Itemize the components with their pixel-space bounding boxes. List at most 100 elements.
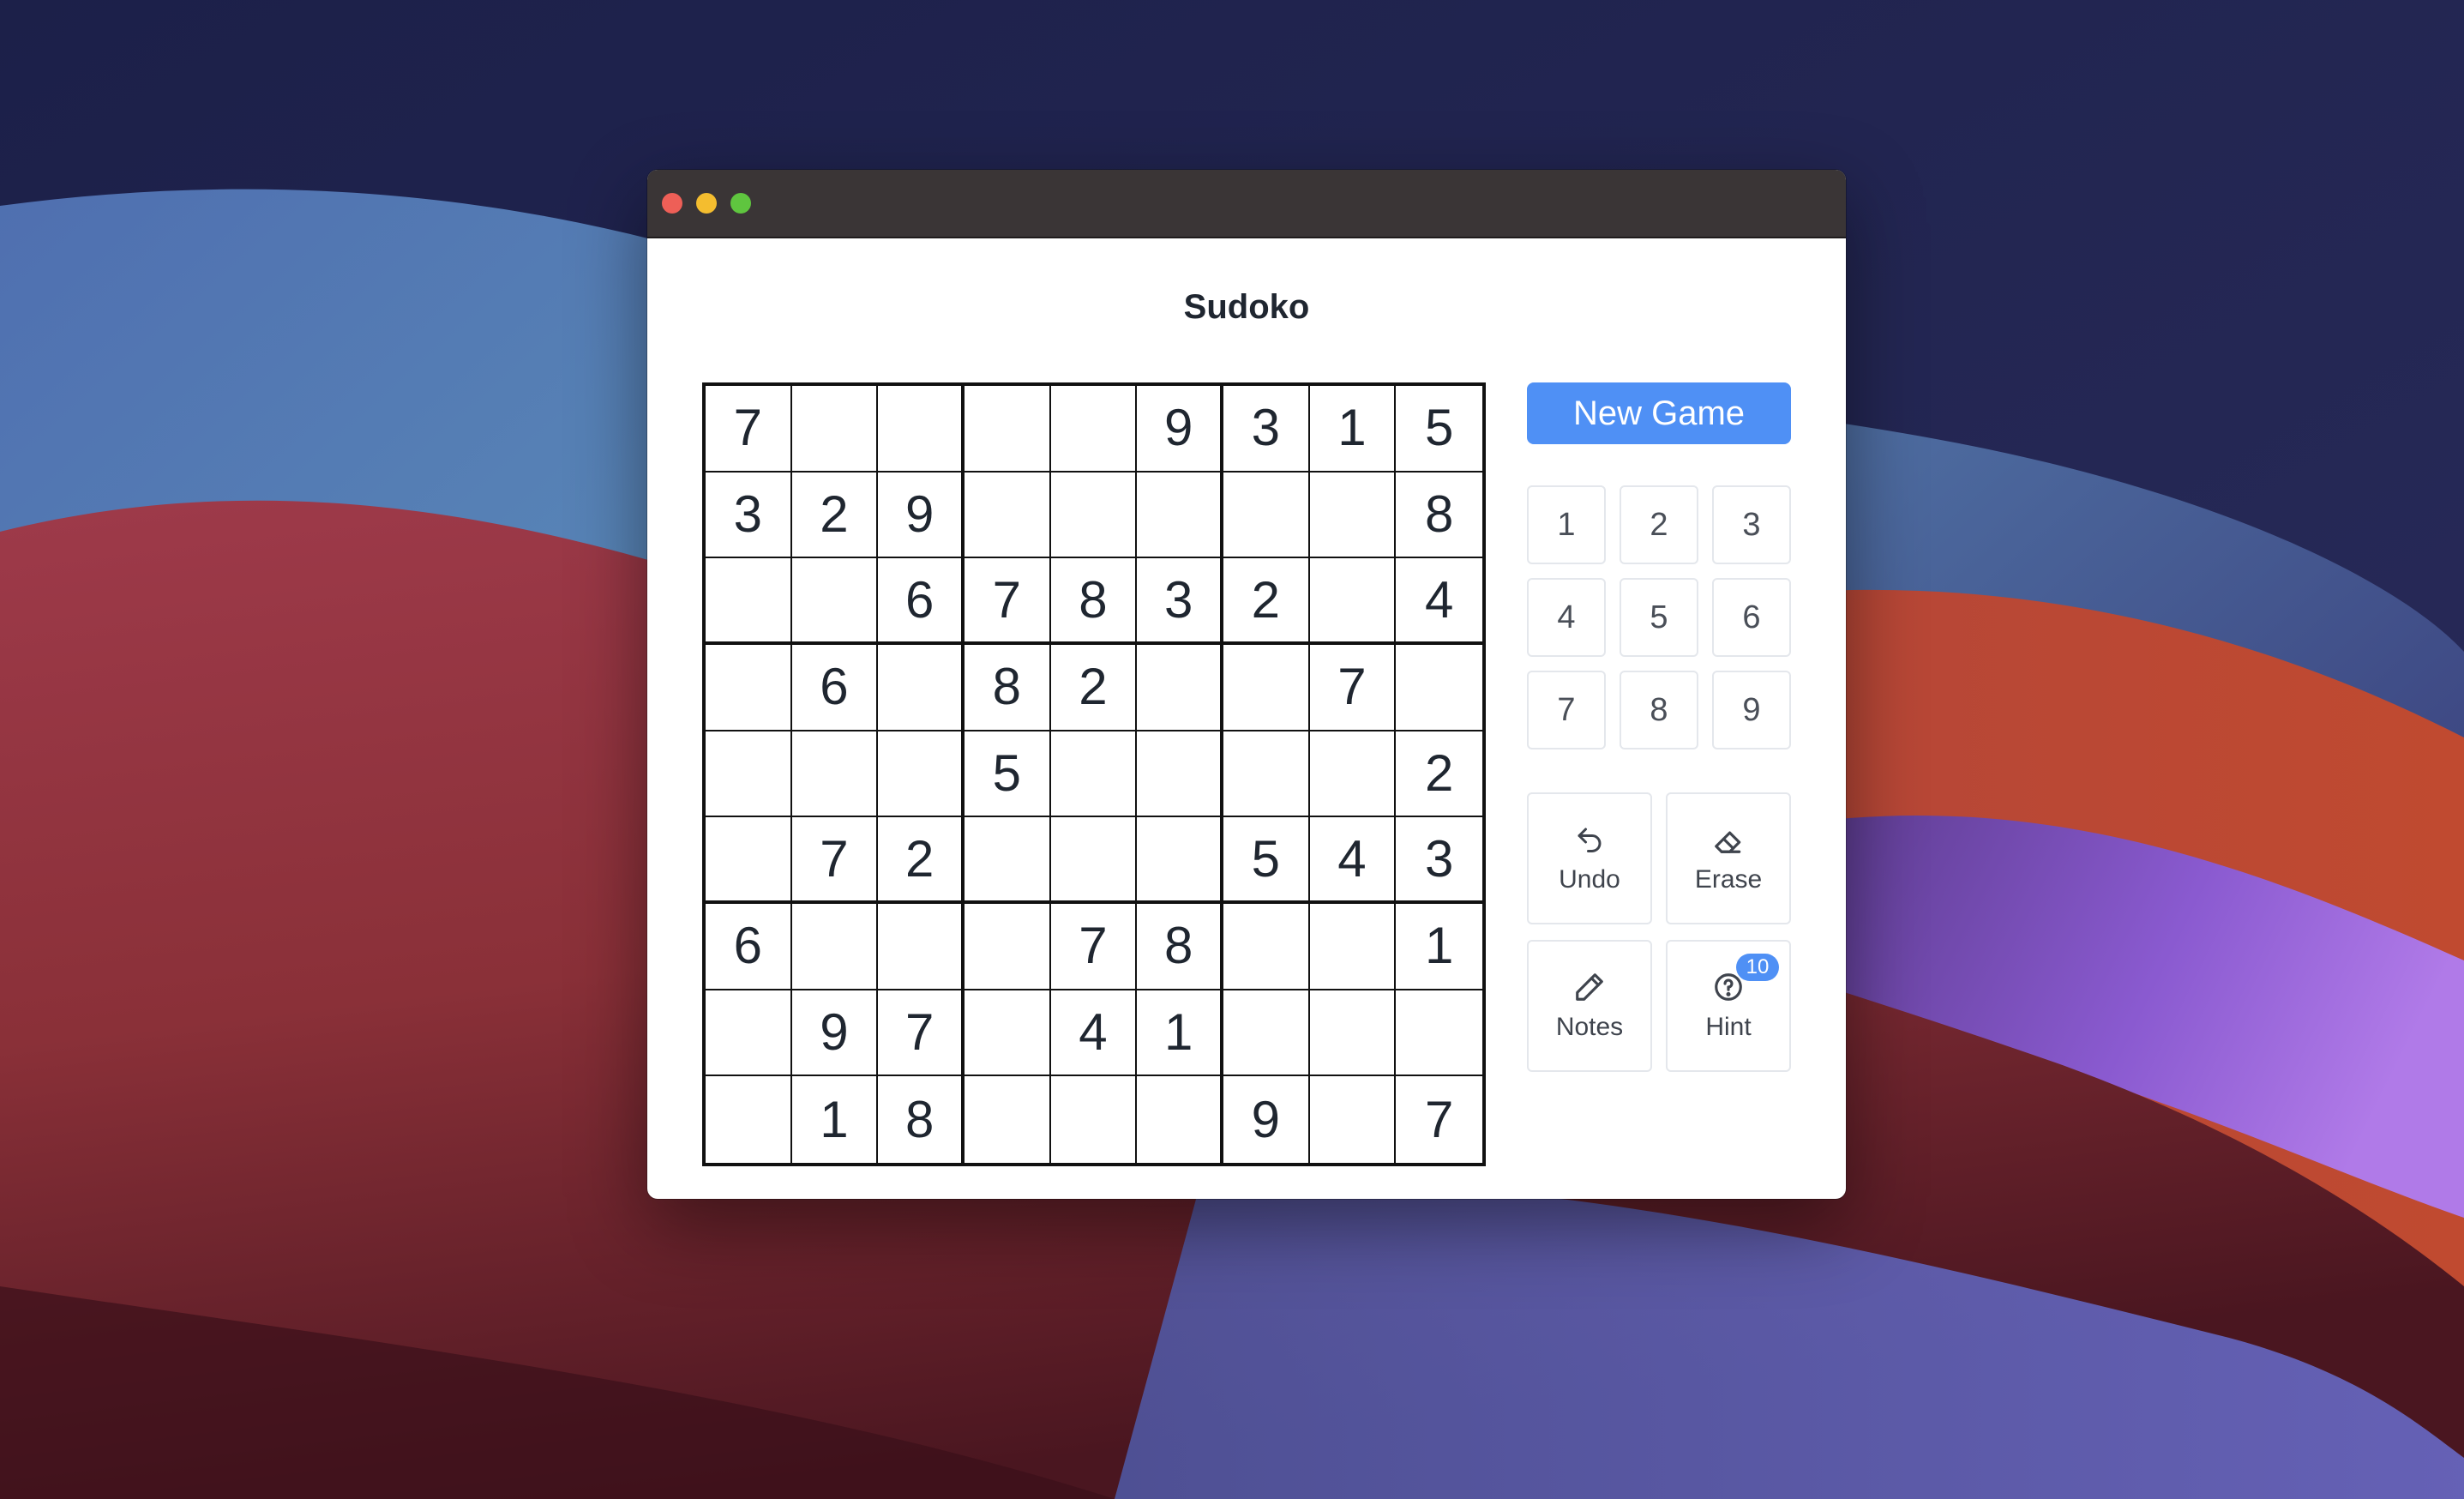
- action-buttons: Undo Erase Notes 10 Hint: [1527, 792, 1791, 1072]
- board-cell-r4-c7[interactable]: [1223, 644, 1310, 731]
- board-cell-r8-c1[interactable]: [706, 990, 792, 1077]
- board-cell-r9-c5[interactable]: [1051, 1076, 1138, 1163]
- board-cell-r1-c5[interactable]: [1050, 386, 1138, 473]
- board-cell-r2-c5[interactable]: [1050, 472, 1138, 559]
- board-cell-r4-c6[interactable]: [1137, 644, 1223, 731]
- board-cell-r3-c7[interactable]: 2: [1223, 558, 1310, 645]
- board-cell-r8-c3[interactable]: 7: [878, 990, 965, 1077]
- board-cell-r8-c4[interactable]: [964, 990, 1051, 1077]
- board-cell-r9-c4[interactable]: [965, 1076, 1051, 1163]
- board-cell-r6-c3[interactable]: 2: [878, 817, 965, 904]
- board-cell-r3-c1[interactable]: [706, 558, 792, 645]
- board-cell-r9-c3[interactable]: 8: [878, 1076, 965, 1163]
- board-cell-r9-c2[interactable]: 1: [792, 1076, 879, 1163]
- board-cell-r3-c5[interactable]: 8: [1050, 558, 1138, 645]
- board-cell-r4-c5[interactable]: 2: [1050, 644, 1138, 731]
- board-cell-r1-c2[interactable]: [791, 386, 879, 473]
- numpad-button-8[interactable]: 8: [1620, 671, 1698, 750]
- board-cell-r6-c6[interactable]: [1137, 817, 1223, 904]
- numpad-button-6[interactable]: 6: [1712, 578, 1791, 657]
- hint-button[interactable]: 10 Hint: [1666, 940, 1791, 1072]
- board-cell-r1-c3[interactable]: [878, 386, 965, 473]
- board-cell-r2-c7[interactable]: [1223, 472, 1310, 559]
- board-cell-r1-c6[interactable]: 9: [1137, 386, 1223, 473]
- board-cell-r1-c9[interactable]: 5: [1396, 386, 1482, 473]
- board-cell-r2-c1[interactable]: 3: [706, 472, 792, 559]
- numpad-button-2[interactable]: 2: [1620, 485, 1698, 564]
- board-cell-r2-c9[interactable]: 8: [1396, 473, 1482, 559]
- numpad-button-1[interactable]: 1: [1527, 485, 1606, 564]
- numpad-button-5[interactable]: 5: [1620, 578, 1698, 657]
- numpad-button-9[interactable]: 9: [1712, 671, 1791, 750]
- board-cell-r2-c3[interactable]: 9: [878, 472, 965, 559]
- board-cell-r5-c1[interactable]: [706, 731, 792, 818]
- board-cell-r1-c1[interactable]: 7: [706, 386, 792, 473]
- board-cell-r8-c9[interactable]: [1396, 990, 1482, 1077]
- board-cell-r7-c1[interactable]: 6: [706, 903, 792, 990]
- erase-button[interactable]: Erase: [1666, 792, 1791, 924]
- board-cell-r7-c8[interactable]: [1309, 903, 1397, 990]
- board-cell-r6-c5[interactable]: [1050, 817, 1138, 904]
- board-cell-r2-c6[interactable]: [1137, 472, 1223, 559]
- maximize-window-button[interactable]: [730, 193, 751, 214]
- board-cell-r5-c3[interactable]: [878, 731, 965, 818]
- board-cell-r9-c9[interactable]: 7: [1396, 1076, 1482, 1163]
- board-cell-r5-c6[interactable]: [1137, 731, 1223, 818]
- hint-count-badge: 10: [1736, 954, 1779, 981]
- board-cell-r4-c8[interactable]: 7: [1309, 644, 1397, 731]
- board-cell-r8-c8[interactable]: [1309, 990, 1397, 1077]
- board-cell-r2-c4[interactable]: [964, 472, 1051, 559]
- board-cell-r4-c1[interactable]: [706, 644, 792, 731]
- board-cell-r4-c3[interactable]: [878, 644, 965, 731]
- board-cell-r1-c8[interactable]: 1: [1309, 386, 1397, 473]
- board-cell-r3-c3[interactable]: 6: [878, 558, 965, 645]
- board-cell-r7-c2[interactable]: [791, 903, 879, 990]
- board-cell-r2-c8[interactable]: [1309, 472, 1397, 559]
- board-cell-r8-c5[interactable]: 4: [1050, 990, 1138, 1077]
- board-cell-r4-c2[interactable]: 6: [791, 644, 879, 731]
- board-cell-r9-c8[interactable]: [1310, 1076, 1397, 1163]
- notes-button[interactable]: Notes: [1527, 940, 1652, 1072]
- board-cell-r8-c2[interactable]: 9: [791, 990, 879, 1077]
- undo-button[interactable]: Undo: [1527, 792, 1652, 924]
- numpad-button-3[interactable]: 3: [1712, 485, 1791, 564]
- board-cell-r5-c8[interactable]: [1309, 731, 1397, 818]
- board-cell-r1-c4[interactable]: [964, 386, 1051, 473]
- board-cell-r3-c9[interactable]: 4: [1396, 558, 1482, 645]
- board-cell-r7-c4[interactable]: [964, 903, 1051, 990]
- board-cell-r7-c6[interactable]: 8: [1137, 903, 1223, 990]
- board-cell-r3-c8[interactable]: [1309, 558, 1397, 645]
- board-cell-r5-c7[interactable]: [1223, 731, 1310, 818]
- close-window-button[interactable]: [662, 193, 682, 214]
- board-cell-r9-c1[interactable]: [706, 1076, 792, 1163]
- board-cell-r6-c8[interactable]: 4: [1309, 817, 1397, 904]
- board-cell-r5-c9[interactable]: 2: [1396, 731, 1482, 818]
- board-cell-r9-c7[interactable]: 9: [1223, 1076, 1310, 1163]
- board-cell-r6-c4[interactable]: [964, 817, 1051, 904]
- board-cell-r6-c1[interactable]: [706, 817, 792, 904]
- board-cell-r3-c2[interactable]: [791, 558, 879, 645]
- board-cell-r6-c2[interactable]: 7: [791, 817, 879, 904]
- board-cell-r5-c5[interactable]: [1050, 731, 1138, 818]
- numpad-button-7[interactable]: 7: [1527, 671, 1606, 750]
- board-cell-r5-c2[interactable]: [791, 731, 879, 818]
- numpad-button-4[interactable]: 4: [1527, 578, 1606, 657]
- board-cell-r3-c4[interactable]: 7: [964, 558, 1051, 645]
- board-cell-r2-c2[interactable]: 2: [791, 472, 879, 559]
- board-cell-r3-c6[interactable]: 3: [1137, 558, 1223, 645]
- board-cell-r8-c7[interactable]: [1223, 990, 1310, 1077]
- board-cell-r7-c7[interactable]: [1223, 903, 1310, 990]
- board-cell-r6-c7[interactable]: 5: [1223, 817, 1310, 904]
- board-cell-r7-c9[interactable]: 1: [1396, 904, 1482, 990]
- board-cell-r7-c3[interactable]: [878, 903, 965, 990]
- board-cell-r8-c6[interactable]: 1: [1137, 990, 1223, 1077]
- board-cell-r1-c7[interactable]: 3: [1223, 386, 1310, 473]
- board-cell-r9-c6[interactable]: [1137, 1076, 1223, 1163]
- board-cell-r5-c4[interactable]: 5: [964, 731, 1051, 818]
- minimize-window-button[interactable]: [696, 193, 717, 214]
- board-cell-r4-c9[interactable]: [1396, 645, 1482, 731]
- board-cell-r6-c9[interactable]: 3: [1396, 817, 1482, 904]
- new-game-button[interactable]: New Game: [1527, 382, 1791, 444]
- board-cell-r4-c4[interactable]: 8: [964, 644, 1051, 731]
- board-cell-r7-c5[interactable]: 7: [1050, 903, 1138, 990]
